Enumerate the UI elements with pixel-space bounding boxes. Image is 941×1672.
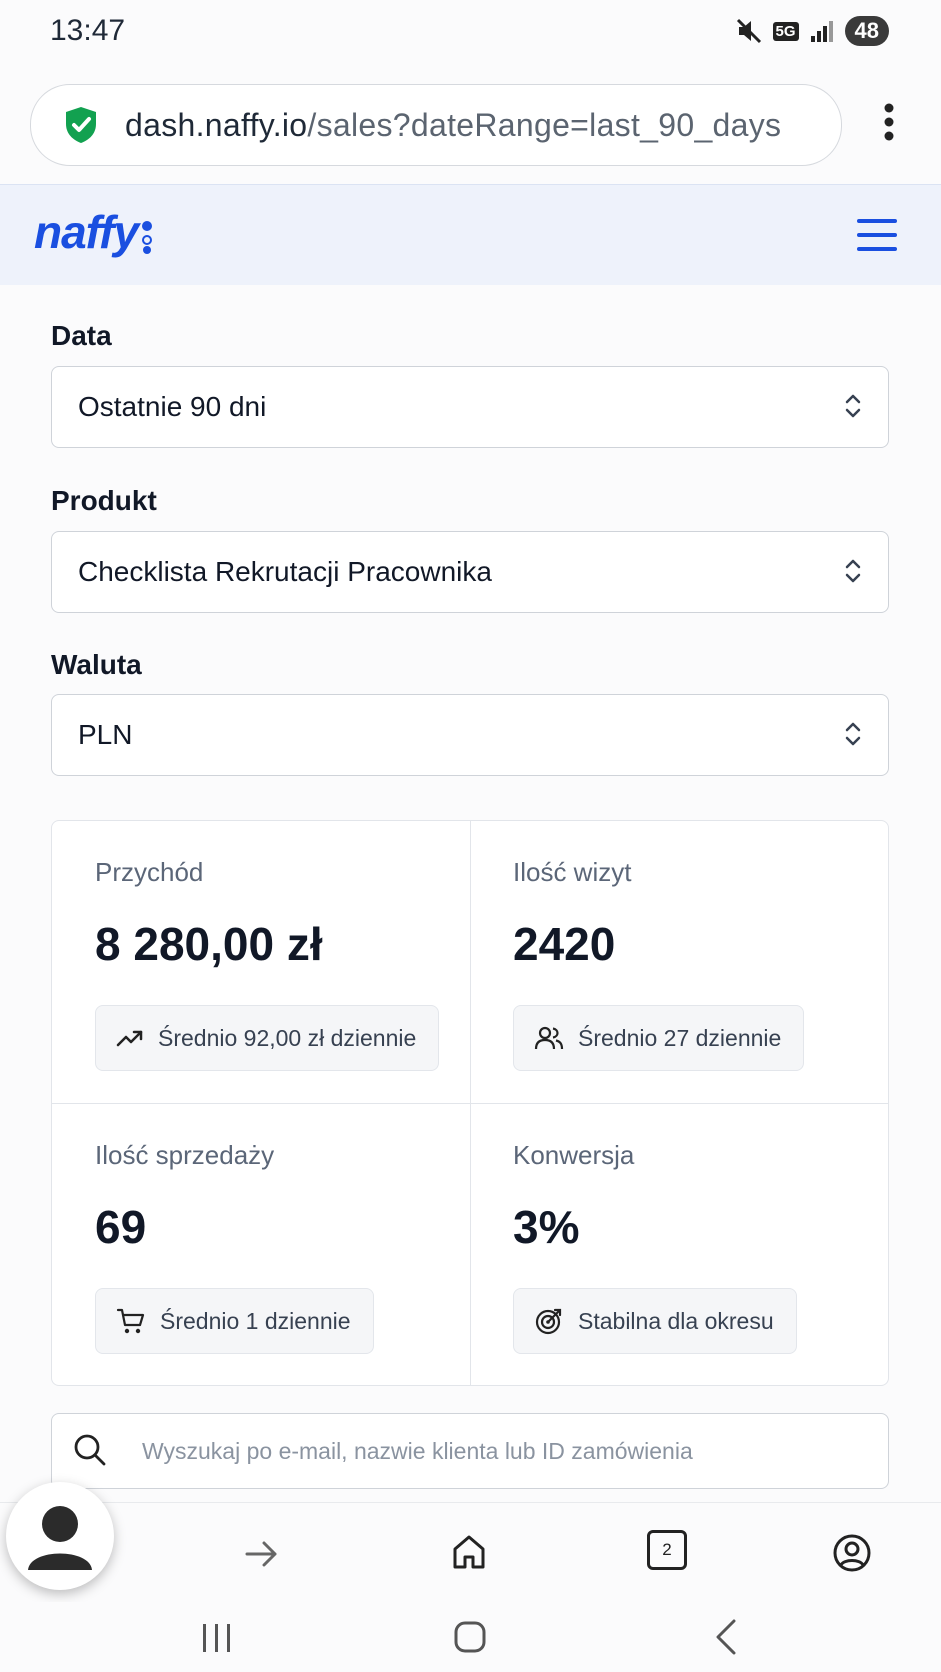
conversion-card: Konwersja 3% Stabilna dla okresu [470, 1104, 888, 1385]
stats-grid: Przychód 8 280,00 zł Średnio 92,00 zł dz… [51, 820, 889, 1386]
forward-arrow-icon[interactable] [244, 1539, 280, 1569]
currency-label: Waluta [51, 649, 142, 680]
sales-note: Średnio 1 dziennie [95, 1288, 374, 1354]
logo-dots-icon [142, 220, 153, 254]
url-text[interactable]: dash.naffy.io/sales?dateRange=last_90_da… [125, 107, 781, 144]
users-icon [534, 1026, 564, 1050]
status-time: 13:47 [50, 14, 126, 47]
revenue-note: Średnio 92,00 zł dziennie [95, 1005, 440, 1071]
status-bar: 13:47 5G 48 [0, 0, 941, 68]
hamburger-menu-icon[interactable] [857, 217, 897, 253]
trending-up-icon [116, 1030, 143, 1047]
back-button-icon[interactable] [714, 1618, 738, 1656]
revenue-note-text: Średnio 92,00 zł dziennie [158, 1024, 417, 1051]
signal-icon [810, 21, 833, 42]
conversion-label: Konwersja [513, 1140, 635, 1170]
conversion-note: Stabilna dla okresu [513, 1288, 797, 1354]
visits-card: Ilość wizyt 2420 Średnio 27 dziennie [470, 821, 888, 1104]
date-label: Data [51, 320, 112, 351]
target-icon [535, 1308, 562, 1335]
currency-select[interactable]: PLN [51, 694, 889, 776]
visits-value: 2420 [513, 918, 616, 970]
chevron-updown-icon [845, 559, 861, 583]
system-nav-bar [0, 1602, 941, 1672]
sales-note-text: Średnio 1 dziennie [160, 1307, 351, 1334]
battery-icon: 48 [844, 16, 889, 46]
account-icon[interactable] [832, 1533, 872, 1573]
browser-menu-icon[interactable] [883, 102, 895, 142]
date-select[interactable]: Ostatnie 90 dni [51, 366, 889, 448]
url-domain: dash.naffy.io [125, 107, 308, 143]
recent-apps-icon[interactable] [200, 1622, 234, 1654]
visits-note-text: Średnio 27 dziennie [578, 1024, 782, 1051]
revenue-card: Przychód 8 280,00 zł Średnio 92,00 zł dz… [52, 821, 471, 1104]
visits-note: Średnio 27 dziennie [513, 1005, 805, 1071]
product-select[interactable]: Checklista Rekrutacji Pracownika [51, 531, 889, 613]
revenue-value: 8 280,00 zł [95, 918, 323, 970]
tab-switcher-button[interactable]: 2 [647, 1530, 687, 1570]
logo-text: naffy [34, 206, 139, 258]
home-button-icon[interactable] [453, 1620, 487, 1654]
conversion-note-text: Stabilna dla okresu [578, 1307, 774, 1334]
search-input[interactable] [140, 1432, 864, 1470]
naffy-logo[interactable]: naffy [34, 205, 154, 259]
product-label: Produkt [51, 485, 157, 516]
app-header: naffy [0, 184, 941, 285]
home-icon[interactable] [451, 1533, 487, 1571]
chat-avatar-bubble[interactable] [6, 1482, 114, 1590]
mute-icon [736, 18, 761, 44]
secure-shield-icon [66, 107, 96, 143]
user-avatar-icon [10, 1486, 110, 1586]
conversion-value: 3% [513, 1201, 580, 1253]
address-bar[interactable]: dash.naffy.io/sales?dateRange=last_90_da… [30, 84, 842, 166]
url-path: /sales?dateRange=last_90_days [307, 107, 782, 143]
sales-label: Ilość sprzedaży [95, 1140, 275, 1170]
browser-bottom-nav [0, 1502, 941, 1603]
date-select-value: Ostatnie 90 dni [78, 391, 267, 422]
revenue-label: Przychód [95, 857, 204, 887]
search-icon [74, 1434, 106, 1466]
sales-value: 69 [95, 1201, 147, 1253]
visits-label: Ilość wizyt [513, 857, 632, 887]
currency-select-value: PLN [78, 719, 133, 750]
chevron-updown-icon [845, 722, 861, 746]
chevron-updown-icon [845, 394, 861, 418]
shopping-cart-icon [116, 1308, 145, 1334]
network-5g-icon: 5G [772, 21, 799, 41]
order-search[interactable] [51, 1413, 889, 1489]
product-select-value: Checklista Rekrutacji Pracownika [78, 556, 492, 587]
sales-card: Ilość sprzedaży 69 Średnio 1 dziennie [52, 1104, 471, 1385]
status-icons: 5G 48 [735, 16, 889, 46]
